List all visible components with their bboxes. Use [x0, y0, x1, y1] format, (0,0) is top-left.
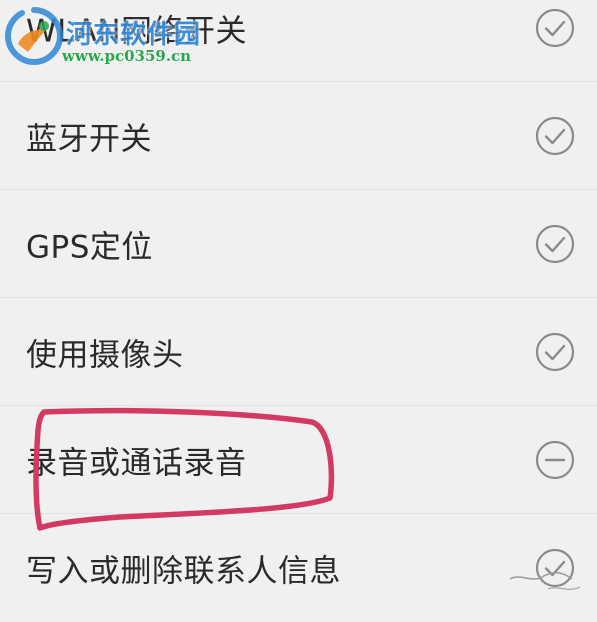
permission-label-bluetooth: 蓝牙开关 — [26, 121, 152, 157]
permission-row-gps[interactable]: GPS定位 — [0, 190, 597, 298]
permission-label-gps: GPS定位 — [26, 229, 153, 265]
permission-label-recording: 录音或通话录音 — [26, 445, 247, 481]
check-circle-icon[interactable] — [535, 116, 575, 156]
check-circle-icon[interactable] — [535, 8, 575, 48]
watermark-url: www.pc0359.cn — [62, 47, 192, 65]
permission-list: WLAN网络开关 蓝牙开关 GPS定位 使用摄像头 录音或通话录音 写入或删除联… — [0, 0, 597, 622]
permission-label-contacts: 写入或删除联系人信息 — [26, 553, 341, 590]
check-circle-icon[interactable] — [535, 224, 575, 264]
permission-row-camera[interactable]: 使用摄像头 — [0, 298, 597, 406]
watermark-logo-icon — [4, 7, 64, 66]
check-circle-icon[interactable] — [535, 332, 575, 372]
watermark: 河东软件园 www.pc0359.cn — [0, 0, 230, 72]
check-circle-icon[interactable] — [535, 548, 575, 588]
permission-label-camera: 使用摄像头 — [26, 337, 184, 373]
permission-row-bluetooth[interactable]: 蓝牙开关 — [0, 82, 597, 190]
permission-row-contacts[interactable]: 写入或删除联系人信息 — [0, 514, 597, 622]
watermark-name: 河东软件园 — [66, 20, 202, 50]
permission-row-recording[interactable]: 录音或通话录音 — [0, 406, 597, 514]
minus-circle-icon[interactable] — [535, 440, 575, 480]
